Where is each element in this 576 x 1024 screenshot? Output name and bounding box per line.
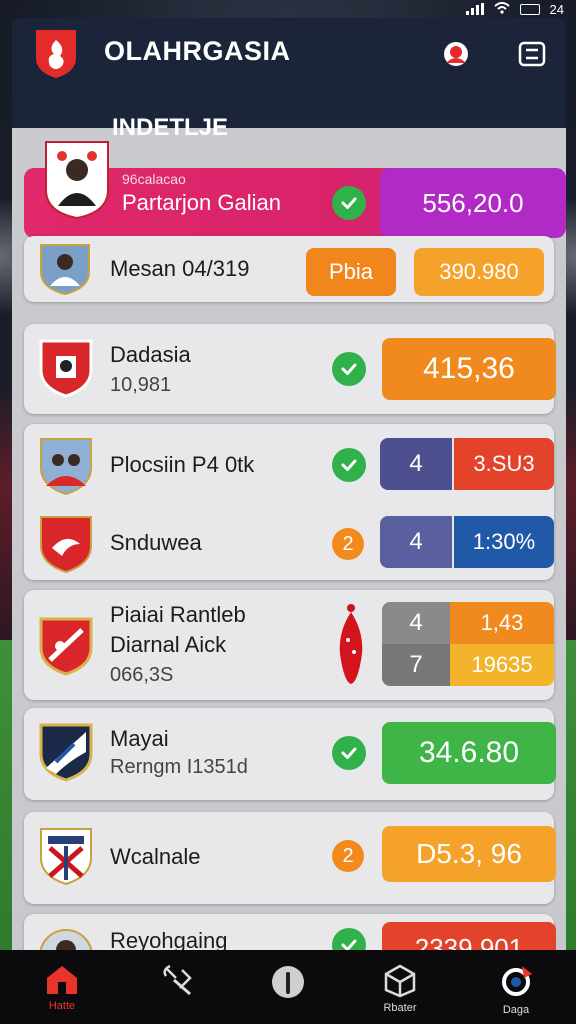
profile-button[interactable] xyxy=(438,36,474,72)
wifi-icon xyxy=(493,1,510,17)
row-right-value[interactable]: 1:30% xyxy=(454,516,554,568)
row-name: Wcalnale xyxy=(110,844,201,869)
signal-icon xyxy=(465,3,484,15)
row-right-value[interactable]: 3.SU3 xyxy=(454,438,554,490)
row-left-value[interactable]: 4 xyxy=(380,438,452,490)
row-sub: Rerngm I1351d xyxy=(110,756,248,778)
row-name[interactable]: Snduwea xyxy=(110,530,202,556)
row-left-value[interactable]: 4 xyxy=(380,516,452,568)
list-group: Plocsiin P4 0tk 4 3.SU3 Snduwea 2 4 1:30… xyxy=(24,424,554,580)
featured-name: Partarjon Galian xyxy=(122,190,281,215)
row-value[interactable]: D5.3, 96 xyxy=(382,826,556,882)
section-title: INDETLJE xyxy=(112,114,229,141)
tools-icon xyxy=(163,964,192,996)
count-badge: 2 xyxy=(332,840,364,872)
list-item[interactable]: Wcalnale 2 D5.3, 96 xyxy=(24,812,556,904)
list-item[interactable]: Piaiai Rantleb Diarnal Aick 066,3S 4 1,4… xyxy=(24,590,554,700)
row-sub: 066,3S xyxy=(110,664,174,686)
row-top-left-value[interactable]: 4 xyxy=(382,602,450,644)
row-value[interactable]: 415,36 xyxy=(382,338,556,400)
player-avatar xyxy=(44,140,110,220)
list-item[interactable]: Mayai Rerngm I1351d 34.6.80 xyxy=(24,708,556,800)
menu-button[interactable] xyxy=(514,36,550,72)
team-crest-icon xyxy=(38,722,94,782)
row-top-right-value[interactable]: 1,43 xyxy=(450,602,554,644)
row-sub: 10,981 xyxy=(110,374,172,396)
nav-stats[interactable] xyxy=(138,964,218,1020)
team-crest-icon xyxy=(38,514,94,574)
check-icon xyxy=(332,186,366,220)
battery-icon xyxy=(519,3,540,15)
status-time: 24 xyxy=(549,1,564,17)
bottom-nav: Hatte Rbater Daga xyxy=(0,950,576,1024)
nav-profile[interactable]: Daga xyxy=(476,964,556,1020)
profile-icon xyxy=(444,42,468,66)
list-item[interactable]: Reyohgaing 2339.901 xyxy=(24,914,556,954)
row-value[interactable]: 390.980 xyxy=(414,248,544,296)
app-logo-icon[interactable] xyxy=(34,28,78,80)
row-bottom-left-value[interactable]: 7 xyxy=(382,644,450,686)
row-value[interactable]: 34.6.80 xyxy=(382,722,556,784)
circle-info-icon xyxy=(272,966,304,998)
nav-roster[interactable]: Rbater xyxy=(360,964,440,1020)
home-icon xyxy=(47,966,77,994)
row-bottom-right-value[interactable]: 19635 xyxy=(450,644,554,686)
box-icon xyxy=(384,964,416,998)
featured-value[interactable]: 556,20.0 xyxy=(380,168,566,238)
menu-icon xyxy=(518,41,546,67)
list-item[interactable]: Dadasia 10,981 415,36 xyxy=(24,324,556,414)
check-icon xyxy=(332,448,366,482)
team-crest-icon xyxy=(38,826,94,886)
nav-home[interactable]: Hatte xyxy=(22,964,102,1020)
count-badge: 2 xyxy=(332,528,364,560)
team-crest-icon xyxy=(38,616,94,676)
app-title: OLAHRGASIA xyxy=(104,36,291,66)
main-panel: OLAHRGASIA INDETLJE 96calacao Partarjon … xyxy=(12,18,566,954)
row-name: Dadasia xyxy=(110,342,191,367)
check-icon xyxy=(332,352,366,386)
team-crest-icon xyxy=(38,242,92,296)
featured-subtitle: 96calacao xyxy=(122,171,186,187)
status-bar: 24 xyxy=(0,0,576,18)
team-crest-icon xyxy=(38,338,94,398)
nav-home-label: Hatte xyxy=(48,1000,76,1012)
row-name: Mesan 04/319 xyxy=(110,256,250,281)
nav-profile-label: Daga xyxy=(502,1004,530,1016)
featured-card[interactable]: 96calacao Partarjon Galian 556,20.0 xyxy=(24,141,566,238)
nav-center[interactable] xyxy=(248,964,328,1020)
row-name: Piaiai Rantleb xyxy=(110,602,246,627)
team-crest-icon xyxy=(38,436,94,496)
list-item[interactable]: Mesan 04/319 Pbia 390.980 xyxy=(24,236,554,302)
row-name[interactable]: Plocsiin P4 0tk xyxy=(110,452,254,478)
app-header: OLAHRGASIA xyxy=(12,18,566,96)
row-name-secondary: Diarnal Aick xyxy=(110,632,227,657)
refresh-icon xyxy=(502,966,532,996)
check-icon xyxy=(332,736,366,770)
row-name: Mayai xyxy=(110,726,169,751)
status-tag[interactable]: Pbia xyxy=(306,248,396,296)
flag-icon xyxy=(336,602,366,693)
nav-roster-label: Rbater xyxy=(383,1002,417,1014)
